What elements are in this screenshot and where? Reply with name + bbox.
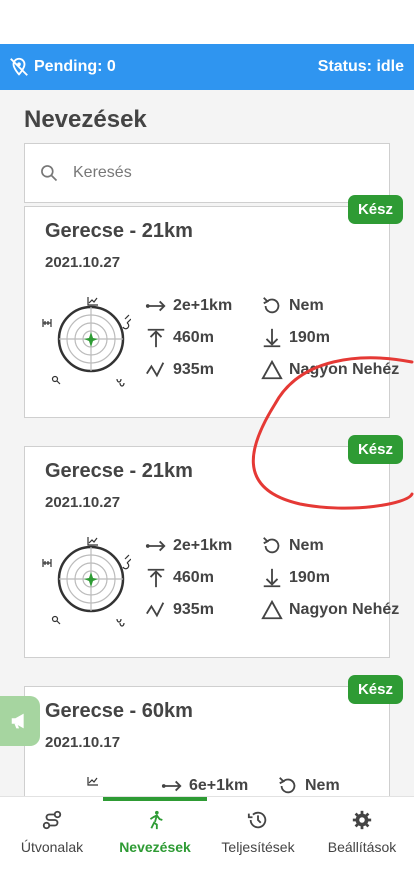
descent-stat: 190m <box>261 567 330 589</box>
loop-icon <box>263 537 280 554</box>
difficulty-value: Nagyon Nehéz <box>289 601 400 618</box>
location-off-icon <box>10 57 28 76</box>
loop-icon <box>263 297 280 314</box>
distance-value: 2e+1km <box>173 297 233 314</box>
entry-name: Gerecse - 21km <box>45 460 193 482</box>
status-badge: Kész <box>347 675 403 704</box>
ascent-stat: 460m <box>145 567 214 589</box>
nav-label: Beállítások <box>327 839 397 855</box>
nav-label: Útvonalak <box>20 839 84 855</box>
search-box[interactable] <box>24 143 390 203</box>
radar-chart-icon <box>42 537 131 627</box>
descent-icon <box>263 568 281 588</box>
distance-stat: 6e+1km <box>161 775 248 796</box>
distance-value: 2e+1km <box>173 537 233 554</box>
nav-item-routes[interactable]: Útvonalak <box>0 809 104 855</box>
route-icon <box>42 810 62 830</box>
ascent-value: 460m <box>173 329 214 346</box>
entry-card[interactable]: Kész Gerecse - 21km 2021.10.27 2e+1km 46… <box>24 195 403 418</box>
distance-arrow-icon <box>145 300 166 312</box>
elevation-value: 935m <box>173 361 214 378</box>
sync-status: Status: idle <box>317 58 404 75</box>
gear-icon <box>352 810 372 830</box>
elevation-profile-icon <box>146 602 165 618</box>
distance-arrow-icon <box>145 540 166 552</box>
loop-value: Nem <box>289 537 324 554</box>
ascent-value: 460m <box>173 569 214 586</box>
entry-card[interactable]: Kész Gerecse - 60km 2021.10.17 6e+1km Ne… <box>24 675 403 796</box>
pending-count: Pending: 0 <box>34 58 116 75</box>
search-icon <box>41 165 58 182</box>
entry-card[interactable]: Kész Gerecse - 21km 2021.10.27 2e+1km 46… <box>24 435 403 658</box>
status-badge: Kész <box>347 195 403 224</box>
loop-value: Nem <box>305 777 340 794</box>
sync-status-bar: Pending: 0 Status: idle <box>0 44 414 90</box>
elevation-stat: 935m <box>145 359 214 381</box>
loop-icon <box>279 777 296 794</box>
radar-chart-icon <box>87 777 98 786</box>
entry-date: 2021.10.17 <box>45 734 121 751</box>
elevation-stat: 935m <box>145 599 214 621</box>
difficulty-triangle-icon <box>261 359 283 380</box>
entry-name: Gerecse - 21km <box>45 220 193 242</box>
difficulty-stat: Nagyon Nehéz <box>261 359 399 381</box>
search-input[interactable] <box>73 164 353 182</box>
entry-date: 2021.10.27 <box>45 254 121 271</box>
loop-stat: Nem <box>261 535 324 557</box>
distance-value: 6e+1km <box>189 777 249 794</box>
bottom-navigation: Útvonalak Nevezések Teljesítések Beállít… <box>0 796 414 896</box>
distance-stat: 2e+1km <box>145 535 232 557</box>
runner-icon <box>149 810 163 830</box>
system-top-area <box>0 0 414 44</box>
nav-label: Nevezések <box>119 839 191 855</box>
feedback-tab[interactable] <box>0 696 40 746</box>
distance-stat: 2e+1km <box>145 295 232 317</box>
nav-label: Teljesítések <box>221 839 295 855</box>
ascent-icon <box>147 568 165 588</box>
loop-value: Nem <box>289 297 324 314</box>
page-title: Nevezések <box>24 106 147 133</box>
nav-item-completions[interactable]: Teljesítések <box>206 809 310 855</box>
radar-chart-icon <box>42 297 131 387</box>
nav-item-entries[interactable]: Nevezések <box>103 809 207 855</box>
entry-date: 2021.10.27 <box>45 494 121 511</box>
nav-item-settings[interactable]: Beállítások <box>310 809 414 855</box>
loop-stat: Nem <box>277 775 340 796</box>
ascent-stat: 460m <box>145 327 214 349</box>
loop-stat: Nem <box>261 295 324 317</box>
status-badge: Kész <box>347 435 403 464</box>
active-tab-indicator <box>103 797 207 801</box>
descent-value: 190m <box>289 329 330 346</box>
entries-list-screen: Nevezések Kész Gerecse - 21km 2021.10.27 <box>0 90 414 796</box>
descent-icon <box>263 328 281 348</box>
difficulty-stat: Nagyon Nehéz <box>261 599 399 621</box>
difficulty-triangle-icon <box>261 599 283 620</box>
distance-arrow-icon <box>161 780 182 792</box>
elevation-profile-icon <box>146 362 165 378</box>
history-icon <box>247 811 267 829</box>
difficulty-value: Nagyon Nehéz <box>289 361 400 378</box>
descent-stat: 190m <box>261 327 330 349</box>
descent-value: 190m <box>289 569 330 586</box>
entry-name: Gerecse - 60km <box>45 700 193 722</box>
ascent-icon <box>147 328 165 348</box>
elevation-value: 935m <box>173 601 214 618</box>
megaphone-icon <box>11 713 24 729</box>
